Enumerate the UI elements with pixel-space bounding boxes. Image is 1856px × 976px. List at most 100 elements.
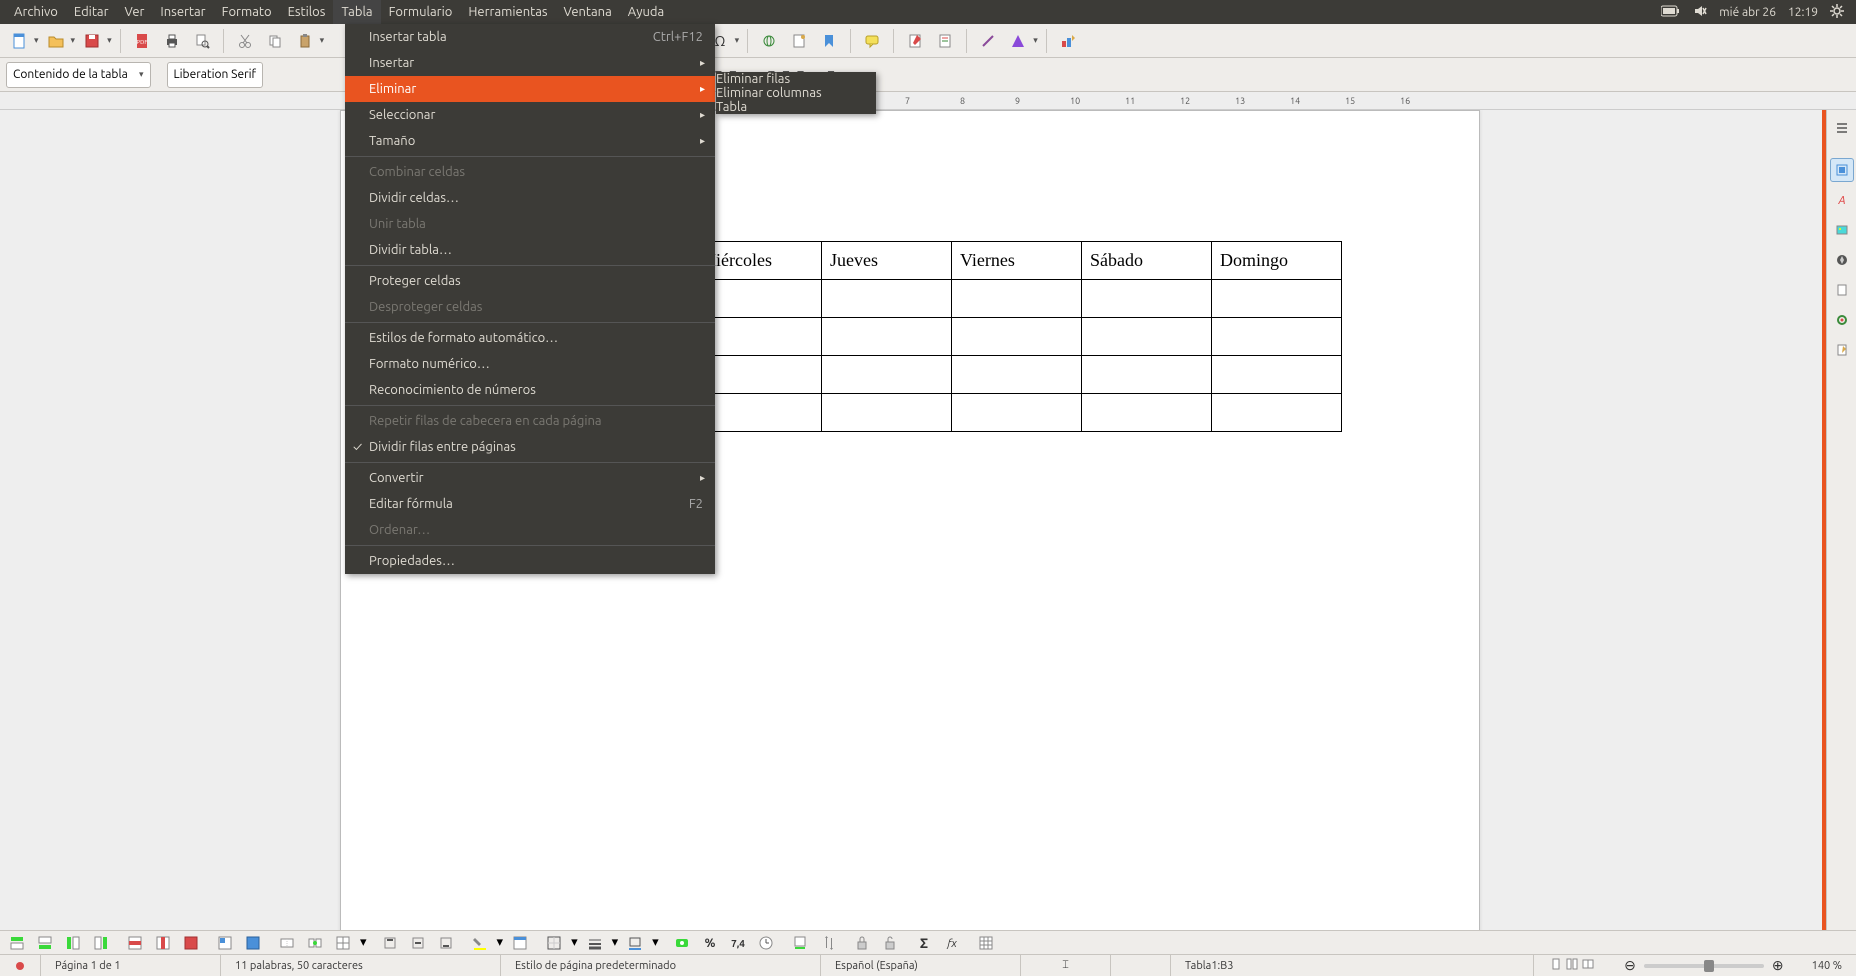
table-cell[interactable]: Sábado bbox=[1082, 242, 1212, 280]
menu-formulario[interactable]: Formulario bbox=[381, 0, 461, 24]
sidebar-gallery-button[interactable] bbox=[1830, 218, 1854, 242]
document-area[interactable]: Lunes Martes Miércoles Jueves Viernes Sá… bbox=[0, 110, 1826, 930]
open-button[interactable] bbox=[43, 28, 69, 54]
split-cells-button[interactable] bbox=[304, 933, 326, 953]
table-properties-button[interactable] bbox=[975, 933, 997, 953]
table-cell[interactable] bbox=[1212, 356, 1342, 394]
insert-col-before-button[interactable] bbox=[62, 933, 84, 953]
basic-shapes-button[interactable] bbox=[1005, 28, 1031, 54]
protect-cells-button[interactable] bbox=[851, 933, 873, 953]
dropdown-arrow-icon[interactable]: ▾ bbox=[34, 35, 39, 46]
table-cell[interactable] bbox=[952, 318, 1082, 356]
menu-herramientas[interactable]: Herramientas bbox=[460, 0, 555, 24]
table-cell[interactable] bbox=[1082, 356, 1212, 394]
dropdown-arrow-icon[interactable]: ▾ bbox=[497, 935, 504, 950]
menu-item-insertar-tabla[interactable]: Insertar tablaCtrl+F12 bbox=[345, 24, 715, 50]
table-cell[interactable] bbox=[1082, 318, 1212, 356]
unprotect-cells-button[interactable] bbox=[879, 933, 901, 953]
dropdown-arrow-icon[interactable]: ▾ bbox=[571, 935, 578, 950]
table-cell[interactable] bbox=[1082, 280, 1212, 318]
sort-button[interactable] bbox=[817, 933, 839, 953]
menu-item-reconocimiento-numeros[interactable]: Reconocimiento de números bbox=[345, 377, 715, 403]
table-cell[interactable] bbox=[1212, 318, 1342, 356]
dropdown-arrow-icon[interactable]: ▾ bbox=[71, 35, 76, 46]
table-cell[interactable] bbox=[952, 356, 1082, 394]
save-button[interactable] bbox=[79, 28, 105, 54]
table-cell[interactable] bbox=[822, 318, 952, 356]
sidebar-styles-button[interactable]: A bbox=[1830, 188, 1854, 212]
table-cell[interactable] bbox=[1082, 394, 1212, 432]
book-view-icon[interactable] bbox=[1582, 958, 1594, 973]
export-pdf-button[interactable]: PDF bbox=[129, 28, 155, 54]
table-cell[interactable]: Viernes bbox=[952, 242, 1082, 280]
table-cell[interactable] bbox=[952, 280, 1082, 318]
horizontal-ruler[interactable]: 7 8 9 10 11 12 13 14 15 16 bbox=[0, 92, 1856, 110]
dropdown-arrow-icon[interactable]: ▾ bbox=[735, 35, 740, 46]
system-time[interactable]: 12:19 bbox=[1782, 6, 1824, 19]
sum-button[interactable]: Σ bbox=[913, 933, 935, 953]
dropdown-arrow-icon[interactable]: ▾ bbox=[320, 35, 325, 46]
dropdown-arrow-icon[interactable]: ▾ bbox=[360, 935, 367, 950]
menu-item-dividir-filas-paginas[interactable]: ✓Dividir filas entre páginas bbox=[345, 434, 715, 460]
menu-item-editar-formula[interactable]: Editar fórmulaF2 bbox=[345, 491, 715, 517]
number-format-date-button[interactable] bbox=[755, 933, 777, 953]
insert-row-above-button[interactable] bbox=[6, 933, 28, 953]
status-language[interactable]: Español (España) bbox=[821, 955, 1021, 976]
status-word-count[interactable]: 11 palabras, 50 caracteres bbox=[221, 955, 501, 976]
status-insert-mode[interactable]: ⌶ bbox=[1021, 955, 1111, 976]
menu-item-propiedades[interactable]: Propiedades… bbox=[345, 548, 715, 574]
table-cell[interactable]: Domingo bbox=[1212, 242, 1342, 280]
table-cell-bg-button[interactable] bbox=[469, 933, 491, 953]
font-name-combo[interactable]: Liberation Serif bbox=[167, 62, 264, 88]
border-color-button[interactable] bbox=[624, 933, 646, 953]
track-changes-button[interactable] bbox=[902, 28, 928, 54]
align-middle-button[interactable] bbox=[407, 933, 429, 953]
status-table-ref[interactable]: Tabla1:B3 bbox=[1171, 955, 1534, 976]
insert-col-after-button[interactable] bbox=[90, 933, 112, 953]
table-cell[interactable] bbox=[822, 356, 952, 394]
insert-endnote-button[interactable] bbox=[786, 28, 812, 54]
cut-button[interactable] bbox=[232, 28, 258, 54]
hyperlink-button[interactable] bbox=[756, 28, 782, 54]
menu-item-estilos-autoformato[interactable]: Estilos de formato automático… bbox=[345, 325, 715, 351]
show-changes-button[interactable] bbox=[932, 28, 958, 54]
align-bottom-button[interactable] bbox=[435, 933, 457, 953]
delete-col-button[interactable] bbox=[152, 933, 174, 953]
zoom-out-button[interactable]: ⊖ bbox=[1624, 957, 1636, 974]
status-page-style[interactable]: Estilo de página predeterminado bbox=[501, 955, 821, 976]
sidebar-page-button[interactable] bbox=[1830, 278, 1854, 302]
dropdown-arrow-icon[interactable]: ▾ bbox=[1033, 35, 1038, 46]
insert-caption-button[interactable] bbox=[789, 933, 811, 953]
optimize-size-button[interactable] bbox=[332, 933, 354, 953]
menu-item-proteger-celdas[interactable]: Proteger celdas bbox=[345, 268, 715, 294]
menu-item-insertar[interactable]: Insertar▸ bbox=[345, 50, 715, 76]
paragraph-style-combo[interactable]: Contenido de la tabla ▾ bbox=[6, 62, 151, 88]
sidebar-navigator-button[interactable] bbox=[1830, 248, 1854, 272]
sidebar-resize-handle[interactable] bbox=[1822, 110, 1826, 930]
insert-line-button[interactable] bbox=[975, 28, 1001, 54]
submenu-item-tabla[interactable]: Tabla bbox=[716, 100, 876, 114]
menu-item-eliminar[interactable]: Eliminar▸ bbox=[345, 76, 715, 102]
new-doc-button[interactable] bbox=[6, 28, 32, 54]
table-cell[interactable] bbox=[822, 280, 952, 318]
status-page[interactable]: Página 1 de 1 bbox=[41, 955, 221, 976]
sidebar-style-inspector-button[interactable] bbox=[1830, 308, 1854, 332]
borders-button[interactable] bbox=[543, 933, 565, 953]
menu-item-dividir-tabla[interactable]: Dividir tabla… bbox=[345, 237, 715, 263]
battery-icon[interactable] bbox=[1655, 5, 1687, 20]
menu-ver[interactable]: Ver bbox=[117, 0, 153, 24]
menu-formato[interactable]: Formato bbox=[214, 0, 280, 24]
dropdown-arrow-icon[interactable]: ▾ bbox=[612, 935, 619, 950]
volume-icon[interactable] bbox=[1687, 4, 1713, 21]
menu-archivo[interactable]: Archivo bbox=[6, 0, 66, 24]
number-format-percent-button[interactable]: % bbox=[699, 933, 721, 953]
multi-page-view-icon[interactable] bbox=[1566, 958, 1578, 973]
menu-item-tamano[interactable]: Tamaño▸ bbox=[345, 128, 715, 154]
table-cell[interactable]: Jueves bbox=[822, 242, 952, 280]
number-format-decimal-button[interactable]: 7,4 bbox=[727, 933, 749, 953]
dropdown-arrow-icon[interactable]: ▾ bbox=[652, 935, 659, 950]
zoom-in-button[interactable]: ⊕ bbox=[1772, 957, 1784, 974]
menu-tabla[interactable]: Tabla bbox=[333, 0, 380, 24]
table-cell[interactable] bbox=[1212, 280, 1342, 318]
status-selection-mode[interactable] bbox=[1111, 955, 1171, 976]
